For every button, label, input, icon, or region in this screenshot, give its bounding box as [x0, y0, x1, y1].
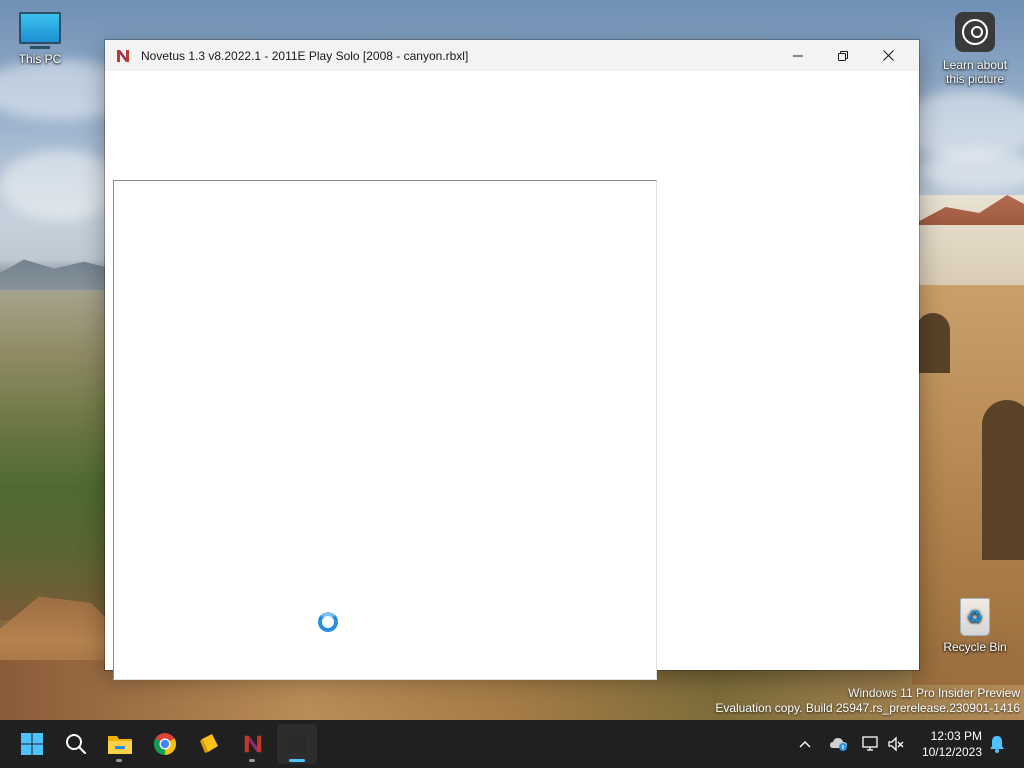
windows-start-icon [21, 733, 43, 755]
watermark-edition: Windows 11 Pro Insider Preview [848, 686, 1020, 700]
sticky-notes-icon [200, 734, 218, 753]
loading-spinner-icon [318, 612, 338, 632]
restore-button[interactable] [820, 40, 866, 71]
chevron-up-icon [799, 741, 811, 748]
display-network-icon [862, 736, 878, 751]
spotlight-glyph [962, 19, 988, 45]
bridge-arch [916, 313, 950, 373]
desktop-icon-label: Recycle Bin [943, 640, 1007, 654]
chrome-icon [154, 733, 176, 755]
notification-bell-icon [990, 736, 1004, 753]
window-title: Novetus 1.3 v8.2022.1 - 2011E Play Solo … [141, 48, 469, 63]
active-window-taskbar-button[interactable] [277, 724, 317, 764]
onedrive-icon [830, 738, 847, 751]
novetus-taskbar-button[interactable] [233, 724, 273, 764]
search-button[interactable] [56, 724, 96, 764]
running-indicator [249, 759, 255, 762]
desktop-icon-label: This PC [18, 52, 62, 66]
running-indicator [116, 759, 122, 762]
desktop-icon-this-pc[interactable]: This PC [0, 12, 80, 66]
valley [0, 290, 115, 620]
clock-time: 12:03 PM [930, 729, 982, 743]
blank-window-icon [288, 735, 306, 753]
minimize-button[interactable] [775, 40, 821, 71]
title-bar[interactable]: Novetus 1.3 v8.2022.1 - 2011E Play Solo … [105, 40, 919, 71]
monitor-icon [19, 12, 61, 44]
close-icon [882, 50, 894, 61]
close-button[interactable] [865, 40, 911, 71]
onedrive-tray-button[interactable] [826, 720, 852, 768]
file-explorer-icon [108, 736, 132, 754]
game-viewport[interactable] [113, 180, 657, 680]
notifications-button[interactable] [984, 720, 1010, 768]
active-indicator [289, 759, 305, 762]
chrome-button[interactable] [145, 724, 185, 764]
desktop-icon-label: Learn about this picture [942, 58, 1008, 86]
cloud [920, 150, 1024, 190]
taskbar-clock[interactable]: 12:03 PM 10/12/2023 [902, 728, 982, 760]
novetus-icon [244, 735, 262, 753]
network-tray-button[interactable] [858, 720, 884, 768]
novetus-window[interactable]: Novetus 1.3 v8.2022.1 - 2011E Play Solo … [105, 40, 919, 680]
window-client-area [105, 71, 912, 680]
recycle-bin-icon: ♻ [960, 598, 990, 636]
watermark-build: Evaluation copy. Build 25947.rs_prerelea… [715, 701, 1020, 715]
monitor-stand [30, 46, 50, 49]
clock-date: 10/12/2023 [921, 745, 982, 759]
start-button[interactable] [12, 724, 52, 764]
desktop-icon-learn-about-picture[interactable]: Learn about this picture [935, 12, 1015, 86]
sticky-notes-button[interactable] [189, 724, 229, 764]
cloud [0, 150, 120, 220]
file-explorer-button[interactable] [100, 724, 140, 764]
taskbar: 12:03 PM 10/12/2023 [0, 720, 1024, 768]
search-icon [66, 734, 87, 755]
desktop-icon-recycle-bin[interactable]: ♻ Recycle Bin [935, 598, 1015, 654]
novetus-n-icon [115, 48, 131, 64]
bridge-arch [982, 400, 1024, 560]
spotlight-icon [955, 12, 995, 52]
restore-icon [838, 50, 848, 61]
show-hidden-icons-button[interactable] [792, 720, 818, 768]
minimize-icon [793, 55, 803, 56]
